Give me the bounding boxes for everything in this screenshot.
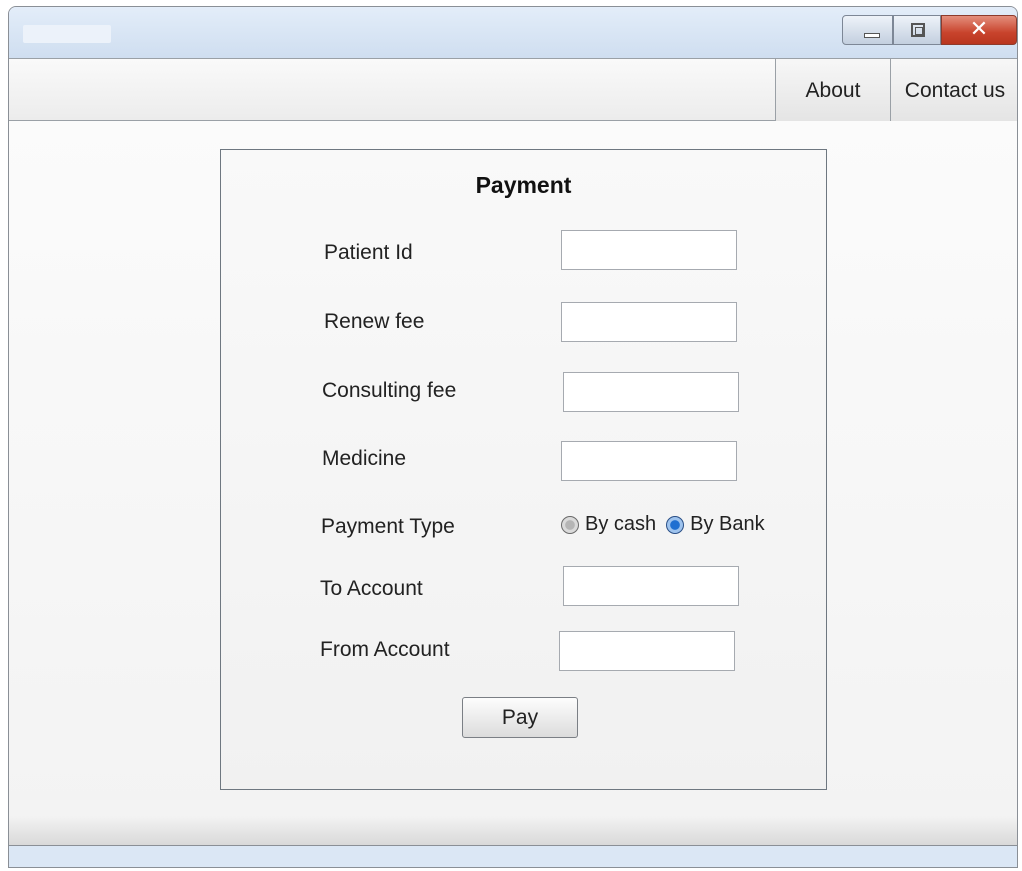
consulting-fee-input[interactable]	[563, 372, 739, 412]
window-title-placeholder	[23, 25, 111, 43]
payment-form-panel: Payment Patient Id Renew fee Consulting …	[220, 149, 827, 790]
from-account-input[interactable]	[559, 631, 735, 671]
main-content: Payment Patient Id Renew fee Consulting …	[9, 121, 1017, 816]
status-bar	[9, 816, 1017, 846]
renew-fee-input[interactable]	[561, 302, 737, 342]
menu-about-button[interactable]: About	[775, 59, 890, 122]
patient-id-input[interactable]	[561, 230, 737, 270]
payment-type-label: Payment Type	[321, 515, 455, 538]
by-bank-label[interactable]: By Bank	[690, 513, 764, 536]
app-window: ✕ About Contact us Payment Patient Id Re…	[8, 6, 1018, 868]
menu-bar: About Contact us	[9, 58, 1017, 122]
to-account-label: To Account	[320, 577, 423, 600]
minimize-button[interactable]	[842, 15, 893, 45]
medicine-input[interactable]	[561, 441, 737, 481]
from-account-label: From Account	[320, 638, 450, 661]
minimize-icon	[864, 33, 880, 38]
close-button[interactable]: ✕	[941, 15, 1017, 45]
payment-type-radio-group: By cash By Bank	[561, 513, 775, 536]
pay-button[interactable]: Pay	[462, 697, 578, 738]
title-bar[interactable]: ✕	[9, 7, 1017, 58]
close-icon: ✕	[969, 17, 989, 42]
radio-by-cash[interactable]	[561, 515, 579, 534]
medicine-label: Medicine	[322, 447, 407, 470]
patient-id-label: Patient Id	[324, 241, 413, 264]
radio-by-bank[interactable]	[666, 515, 685, 534]
maximize-icon	[911, 23, 925, 37]
by-cash-label[interactable]: By cash	[585, 513, 656, 536]
to-account-input[interactable]	[563, 566, 739, 606]
consulting-fee-label: Consulting fee	[322, 379, 457, 402]
menu-contact-us-button[interactable]: Contact us	[890, 59, 1017, 122]
maximize-button[interactable]	[893, 15, 941, 45]
renew-fee-label: Renew fee	[324, 310, 425, 333]
window-bottom-frame	[9, 846, 1017, 867]
form-title: Payment	[475, 172, 572, 198]
